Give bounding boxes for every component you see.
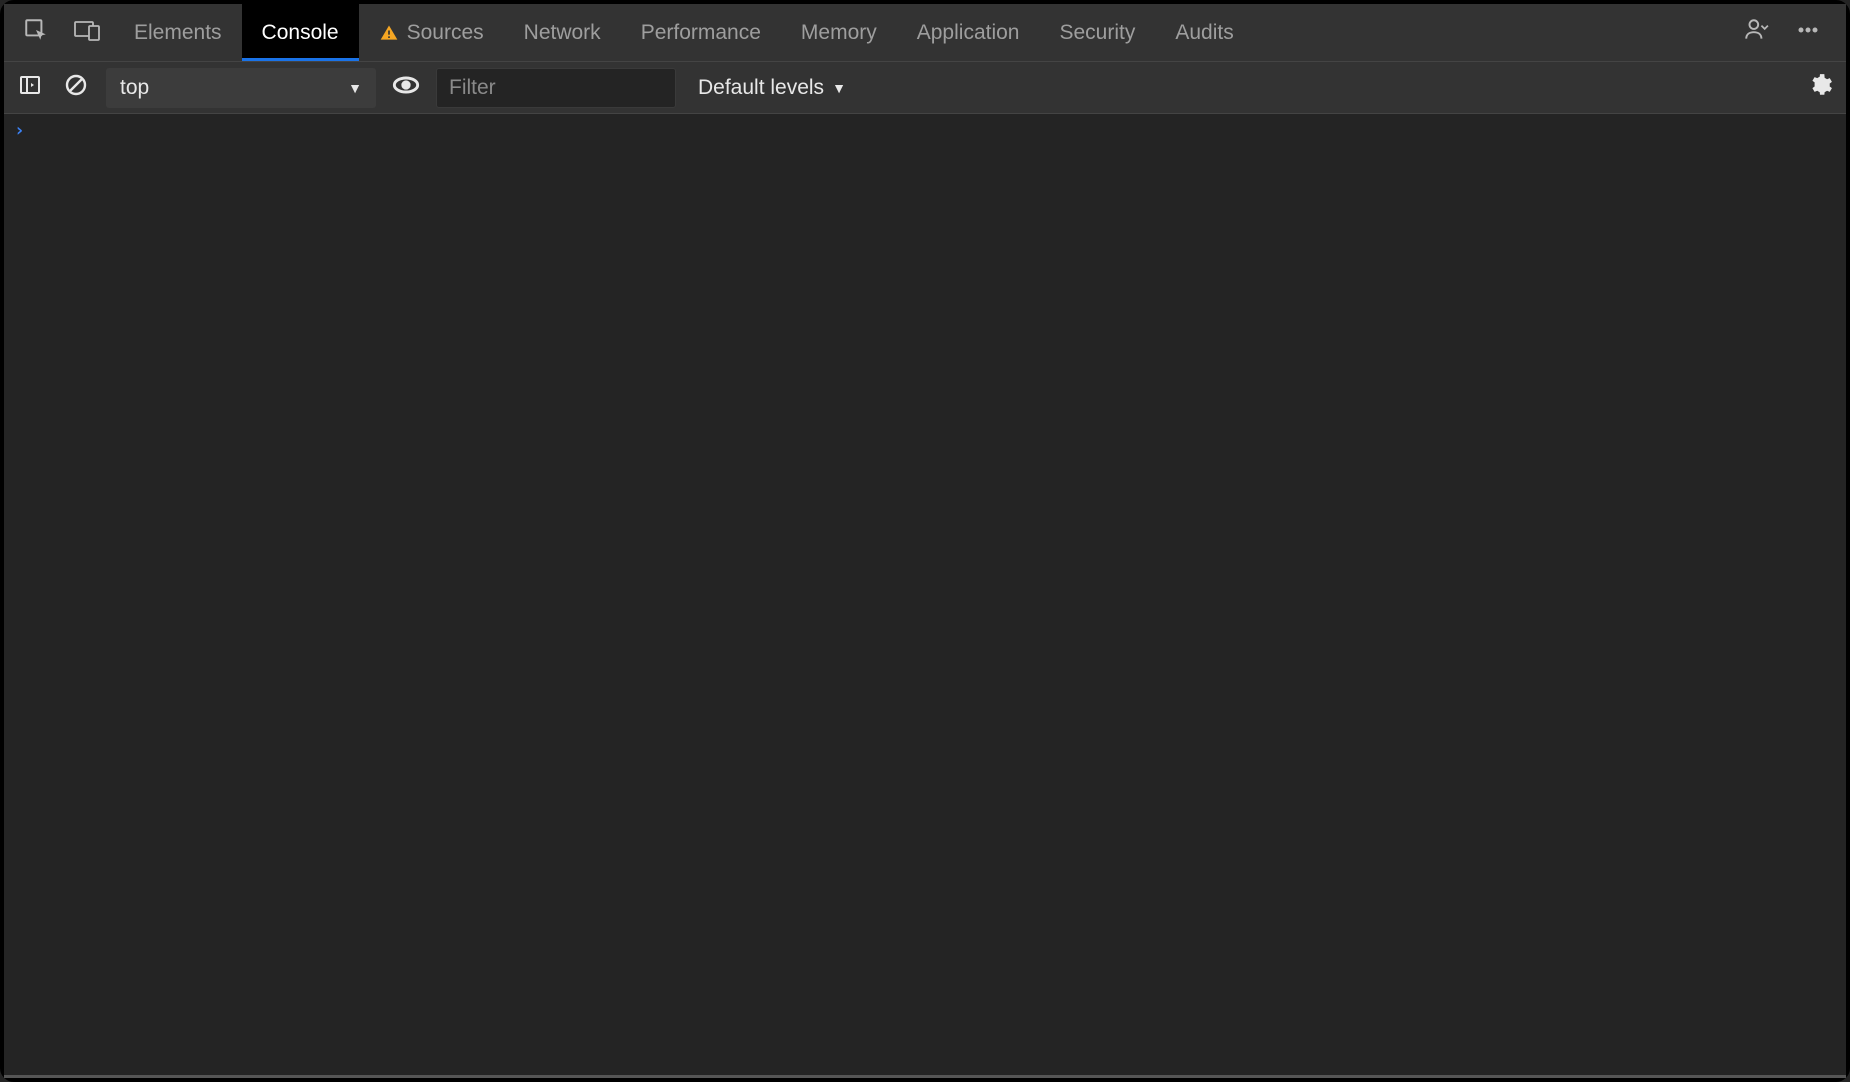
tab-label: Elements — [134, 21, 222, 45]
more-icon — [1796, 18, 1820, 47]
tab-security[interactable]: Security — [1039, 4, 1155, 61]
levels-label: Default levels — [698, 76, 824, 100]
tab-label: Application — [917, 21, 1020, 45]
tab-label: Performance — [641, 21, 761, 45]
log-levels-select[interactable]: Default levels ▼ — [690, 76, 854, 100]
more-options-button[interactable] — [1782, 18, 1834, 47]
console-prompt-caret: › — [14, 120, 25, 141]
tab-elements[interactable]: Elements — [114, 4, 242, 61]
create-live-expression-button[interactable] — [390, 72, 422, 104]
tab-label: Audits — [1175, 21, 1233, 45]
avatar-icon — [1743, 17, 1769, 48]
account-button[interactable] — [1730, 17, 1782, 48]
tabbar-right-controls — [1730, 4, 1840, 61]
devtools-window: Elements Console Sources Network — [0, 0, 1850, 1082]
execution-context-select[interactable]: top ▼ — [106, 68, 376, 108]
main-tabbar: Elements Console Sources Network — [4, 4, 1846, 62]
tab-label: Sources — [407, 21, 484, 45]
tab-network[interactable]: Network — [504, 4, 621, 61]
live-expression-icon — [392, 71, 420, 104]
tab-label: Security — [1059, 21, 1135, 45]
sidebar-toggle-icon — [18, 73, 42, 102]
device-icon — [73, 18, 103, 47]
window-bottom-border — [4, 1075, 1846, 1078]
filter-input[interactable] — [436, 68, 676, 108]
tab-memory[interactable]: Memory — [781, 4, 897, 61]
clear-icon — [64, 73, 88, 102]
tab-audits[interactable]: Audits — [1155, 4, 1253, 61]
clear-console-button[interactable] — [60, 72, 92, 104]
tab-performance[interactable]: Performance — [621, 4, 781, 61]
context-value: top — [120, 76, 149, 100]
tab-label: Console — [262, 21, 339, 45]
tab-label: Memory — [801, 21, 877, 45]
chevron-down-icon: ▼ — [832, 80, 846, 96]
console-output-area[interactable]: › — [4, 114, 1846, 1075]
gear-icon — [1807, 72, 1833, 103]
toggle-console-sidebar-button[interactable] — [14, 72, 46, 104]
inspect-element-button[interactable] — [10, 4, 62, 61]
inspect-icon — [23, 17, 49, 48]
toggle-device-toolbar-button[interactable] — [62, 4, 114, 61]
console-toolbar: top ▼ Default levels ▼ — [4, 62, 1846, 114]
warning-icon — [379, 23, 399, 43]
console-settings-button[interactable] — [1804, 72, 1836, 104]
tab-sources[interactable]: Sources — [359, 4, 504, 61]
tab-console[interactable]: Console — [242, 4, 359, 61]
tab-application[interactable]: Application — [897, 4, 1040, 61]
tab-label: Network — [524, 21, 601, 45]
tabs-container: Elements Console Sources Network — [114, 4, 1730, 61]
chevron-down-icon: ▼ — [348, 80, 362, 96]
